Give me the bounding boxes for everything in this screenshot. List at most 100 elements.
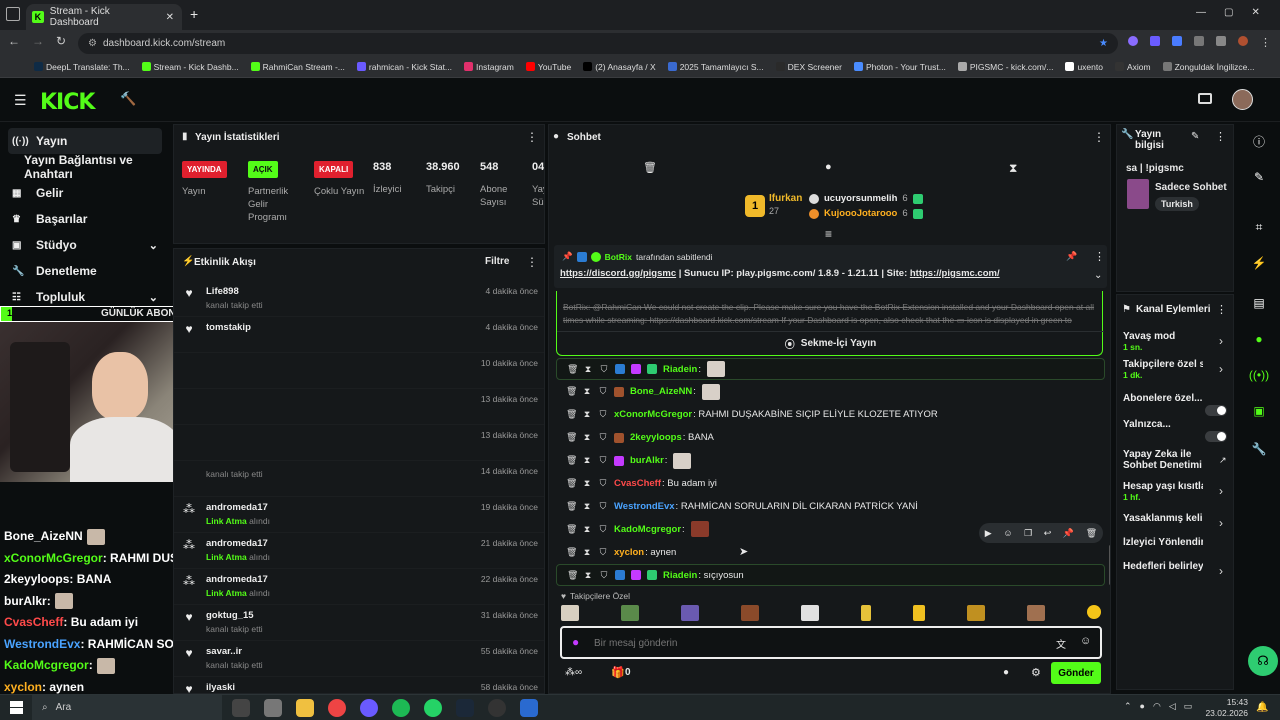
chat-username[interactable]: Riadein xyxy=(663,364,697,375)
bookmark-item[interactable]: Zonguldak İngilizce... xyxy=(1162,62,1254,72)
file-explorer-icon[interactable] xyxy=(296,699,314,717)
channel-action-item[interactable]: Yasaklanmış kelime › xyxy=(1123,513,1231,537)
profile-avatar-icon[interactable] xyxy=(1238,36,1248,46)
extension-icon[interactable] xyxy=(1128,36,1138,46)
shield-icon[interactable]: ⛉ xyxy=(599,364,609,375)
activity-menu-icon[interactable]: ⋮ xyxy=(526,255,538,269)
channel-actions-menu-icon[interactable]: ⋮ xyxy=(1216,303,1227,316)
play-icon[interactable]: ▶ xyxy=(985,528,992,539)
stats-menu-icon[interactable]: ⋮ xyxy=(526,130,538,144)
spotify-icon[interactable] xyxy=(392,699,410,717)
gifter-entry[interactable]: ucuyorsunmelih 6 xyxy=(809,191,1009,206)
emote[interactable] xyxy=(967,605,985,621)
channel-action-item[interactable]: Hesap yaşı kısıtlama1 hf. › xyxy=(1123,481,1231,505)
chevron-right-icon[interactable]: › xyxy=(1219,564,1223,578)
extension-icon[interactable] xyxy=(1172,36,1182,46)
chat-mode-icon[interactable]: ● xyxy=(825,161,832,173)
chrome-icon[interactable] xyxy=(328,699,346,717)
taskbar-search[interactable]: ⌕ Ara xyxy=(32,695,222,720)
channel-action-item[interactable]: Yapay Zeka ile Sohbet Denetimi ↗ xyxy=(1123,449,1231,473)
bookmark-item[interactable]: uxento xyxy=(1065,62,1103,72)
settings-gear-icon[interactable]: ⚙ xyxy=(1031,666,1041,679)
broadcast-tool-icon[interactable]: ((•)) xyxy=(1244,362,1274,388)
emote[interactable] xyxy=(1087,605,1101,619)
chevron-right-icon[interactable]: › xyxy=(1219,362,1223,376)
whatsapp-icon[interactable] xyxy=(424,699,442,717)
reply-icon[interactable]: ↩ xyxy=(1044,528,1052,539)
shield-icon[interactable]: ⛉ xyxy=(599,570,609,581)
bookmark-item[interactable]: Stream - Kick Dashb... xyxy=(141,62,239,72)
app-icon[interactable] xyxy=(488,699,506,717)
chat-username[interactable]: CvasCheff xyxy=(614,478,661,489)
bolt-tool-icon[interactable]: ⚡ xyxy=(1244,250,1274,276)
site-info-icon[interactable]: ⚙ xyxy=(88,38,97,49)
chat-username[interactable]: burAlkr xyxy=(630,455,664,466)
timeout-hourglass-icon[interactable]: ⧗ xyxy=(583,570,593,581)
activity-user[interactable]: goktug_15 xyxy=(206,610,263,621)
channel-action-item[interactable]: Abonelere özel... xyxy=(1123,393,1231,417)
channel-action-item[interactable]: İzleyici Yönlendir xyxy=(1123,537,1231,561)
chat-message[interactable]: 🗑 ⧗ ⛉ Riadein: xyxy=(556,358,1105,380)
delete-icon[interactable]: 🗑 xyxy=(566,386,577,397)
sidebar-item-5[interactable]: 🔧 Denetleme xyxy=(8,258,162,284)
timeout-hourglass-icon[interactable]: ⧗ xyxy=(582,409,592,420)
mic-tray-icon[interactable]: ● xyxy=(1140,701,1145,712)
info-icon[interactable]: ⓘ xyxy=(1244,128,1274,154)
app-icon[interactable] xyxy=(264,699,282,717)
chat-message[interactable]: 🗑 ⧗ ⛉ xyclon: aynen xyxy=(556,541,1105,563)
url-field[interactable]: ⚙ dashboard.kick.com/stream ★ xyxy=(78,33,1118,54)
delete-message-icon[interactable]: 🗑 xyxy=(1086,528,1097,539)
activity-user[interactable]: savar..ir xyxy=(206,646,263,657)
channel-action-item[interactable]: Yavaş mod 1 sn. › xyxy=(1123,331,1231,355)
sidebar-item-3[interactable]: ♛ Başarılar xyxy=(8,206,162,232)
chat-tool-icon[interactable]: ● xyxy=(1244,326,1274,352)
delete-icon[interactable]: 🗑 xyxy=(566,501,577,512)
delete-icon[interactable]: 🗑 xyxy=(566,478,577,489)
chevron-down-icon[interactable]: ⌄ xyxy=(149,239,158,252)
bookmark-item[interactable]: (2) Anasayfa / X xyxy=(583,62,656,72)
new-tab-icon[interactable]: + xyxy=(190,6,198,22)
sidebar-item-1[interactable]: Yayın Bağlantısı ve Anahtarı xyxy=(8,153,162,181)
browser-menu-icon[interactable]: ⋮ xyxy=(1260,36,1271,49)
discord-link[interactable]: https://discord.gg/pigsmc xyxy=(560,268,676,279)
copy-icon[interactable]: ❐ xyxy=(1024,528,1032,539)
notification-bell-icon[interactable]: 🔔 xyxy=(1256,702,1268,713)
expand-gifters-icon[interactable]: ≡ xyxy=(825,227,832,241)
bookmark-item[interactable]: DEX Screener xyxy=(775,62,842,72)
steam-icon[interactable] xyxy=(456,699,474,717)
layout-tool-icon[interactable]: ▣ xyxy=(1244,398,1274,424)
shield-icon[interactable]: ⛉ xyxy=(598,478,608,489)
bookmark-item[interactable]: rahmican - Kick Stat... xyxy=(356,62,452,72)
edit-icon[interactable]: ✎ xyxy=(1244,164,1274,190)
emote[interactable] xyxy=(801,605,819,621)
download-icon[interactable] xyxy=(1216,36,1226,46)
sidebar-item-2[interactable]: ▦ Gelir xyxy=(8,180,162,206)
activity-user[interactable]: andromeda17 xyxy=(206,574,270,585)
clock[interactable]: 15:43 23.02.2026 xyxy=(1200,697,1248,719)
bookmark-item[interactable]: Instagram xyxy=(464,62,514,72)
volume-icon[interactable]: ◁ xyxy=(1169,701,1176,712)
category-thumbnail[interactable] xyxy=(1127,179,1149,209)
timeout-hourglass-icon[interactable]: ⧗ xyxy=(582,501,592,512)
emote[interactable] xyxy=(1027,605,1045,621)
shield-icon[interactable]: ⛉ xyxy=(598,409,608,420)
chat-input-box[interactable]: ● 文 ☺ xyxy=(560,626,1102,659)
chat-message[interactable]: 🗑 ⧗ ⛉ WestrondEvx: RAHMİCAN SORULARIN DİL C… xyxy=(556,495,1105,517)
shield-icon[interactable]: ⛉ xyxy=(598,524,608,535)
emote[interactable] xyxy=(681,605,699,621)
timeout-hourglass-icon[interactable]: ⧗ xyxy=(582,432,592,443)
filter-button[interactable]: Filtre xyxy=(485,256,509,267)
wrench-tool-icon[interactable]: 🔧 xyxy=(1244,436,1274,462)
hourglass-icon[interactable]: ⧗ xyxy=(1009,161,1017,176)
chat-username[interactable]: Bone_AizeNN xyxy=(630,386,692,397)
delete-icon[interactable]: 🗑 xyxy=(566,432,577,443)
app-icon[interactable] xyxy=(520,699,538,717)
support-chat-icon[interactable]: ☊ xyxy=(1248,646,1278,676)
tray-chevron-icon[interactable]: ⌃ xyxy=(1124,701,1132,712)
bookmark-item[interactable]: Axiom xyxy=(1114,62,1151,72)
external-link-icon[interactable]: ↗ xyxy=(1219,455,1227,466)
emoji-react-icon[interactable]: ☺ xyxy=(1003,528,1012,538)
delete-icon[interactable]: 🗑 xyxy=(567,570,578,581)
toggle-switch[interactable] xyxy=(1205,405,1227,416)
channel-action-item[interactable]: Takipçilere özel soh1 dk. › xyxy=(1123,359,1231,383)
